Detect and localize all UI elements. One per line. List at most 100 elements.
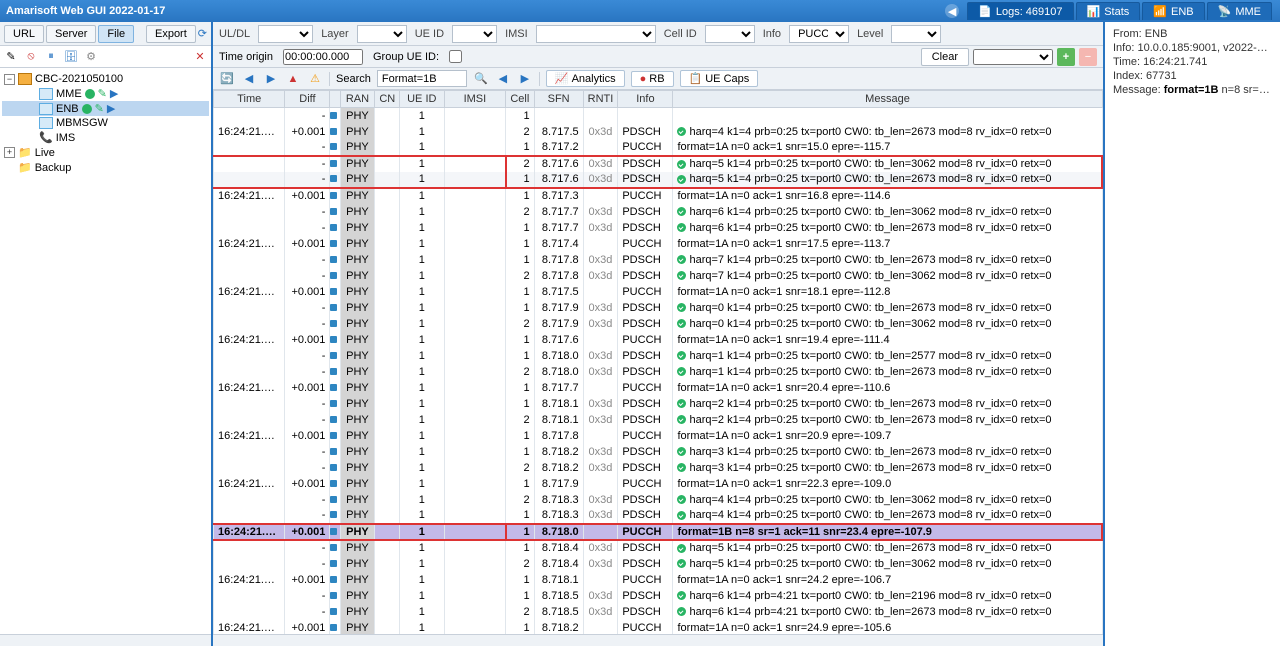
next-icon[interactable]: ▶ (263, 71, 279, 87)
table-row[interactable]: -PHY118.717.90x3dPDSCHharq=0 k1=4 prb=0:… (214, 300, 1103, 316)
add-button[interactable]: + (1057, 48, 1075, 66)
remove-button[interactable]: − (1079, 48, 1097, 66)
table-row[interactable]: 16:24:21.741+0.001PHY118.718.0PUCCHforma… (214, 524, 1103, 540)
rb-button[interactable]: ●RB (631, 71, 674, 87)
edit-icon[interactable]: ✎ (95, 102, 104, 115)
table-row[interactable]: -PHY128.718.00x3dPDSCHharq=1 k1=4 prb=0:… (214, 364, 1103, 380)
play-icon[interactable]: ▶ (110, 87, 118, 100)
table-row[interactable]: 16:24:21.740+0.001PHY118.717.9PUCCHforma… (214, 476, 1103, 492)
tree-mbmsgw[interactable]: MBMSGW (2, 116, 209, 130)
analytics-button[interactable]: 📈Analytics (546, 70, 625, 87)
alert-icon[interactable]: ⚠ (307, 71, 323, 87)
settings-icon[interactable]: ⚙ (84, 50, 98, 64)
time-origin-input[interactable] (283, 49, 363, 65)
table-row[interactable]: -PHY128.717.80x3dPDSCHharq=7 k1=4 prb=0:… (214, 268, 1103, 284)
play-icon[interactable]: ▶ (107, 102, 115, 115)
tab-enb[interactable]: 📶ENB (1142, 2, 1204, 20)
clear-button[interactable]: Clear (921, 48, 969, 66)
col-Cell[interactable]: Cell (506, 91, 535, 108)
col-CN[interactable]: CN (375, 91, 400, 108)
expander-icon[interactable]: + (4, 147, 15, 158)
table-row[interactable]: -PHY118.718.40x3dPDSCHharq=5 k1=4 prb=0:… (214, 540, 1103, 556)
table-row[interactable]: 16:24:21.743+0.001PHY118.718.2PUCCHforma… (214, 620, 1103, 635)
stop-icon[interactable]: ⦸ (24, 50, 38, 64)
table-row[interactable]: -PHY118.718.10x3dPDSCHharq=2 k1=4 prb=0:… (214, 396, 1103, 412)
table-row[interactable]: -PHY118.718.00x3dPDSCHharq=1 k1=4 prb=0:… (214, 348, 1103, 364)
tab-logs[interactable]: 📄Logs: 469107 (967, 2, 1073, 20)
table-row[interactable]: -PHY128.718.40x3dPDSCHharq=5 k1=4 prb=0:… (214, 556, 1103, 572)
imsi-select[interactable] (536, 25, 656, 43)
table-row[interactable]: -PHY128.717.90x3dPDSCHharq=0 k1=4 prb=0:… (214, 316, 1103, 332)
uldl-select[interactable] (258, 25, 313, 43)
layer-select[interactable] (357, 25, 407, 43)
level-select[interactable] (891, 25, 941, 43)
tree-root[interactable]: −CBC-2021050100 (2, 72, 209, 86)
tree-backup[interactable]: 📁Backup (2, 160, 209, 175)
table-row[interactable]: 16:24:21.734+0.001PHY118.717.3PUCCHforma… (214, 188, 1103, 204)
table-row[interactable]: -PHY118.717.70x3dPDSCHharq=6 k1=4 prb=0:… (214, 220, 1103, 236)
col-Info[interactable]: Info (618, 91, 673, 108)
refresh-icon[interactable]: ⟳ (198, 27, 207, 40)
table-row[interactable]: 16:24:21.735+0.001PHY118.717.4PUCCHforma… (214, 236, 1103, 252)
prev-icon[interactable]: ◀ (241, 71, 257, 87)
table-row[interactable]: -PHY118.718.20x3dPDSCHharq=3 k1=4 prb=0:… (214, 444, 1103, 460)
ueid-select[interactable] (452, 25, 497, 43)
col-RNTI[interactable]: RNTI (583, 91, 618, 108)
db-icon[interactable]: 🗄 (64, 50, 78, 64)
search-input[interactable] (377, 70, 467, 87)
info-select[interactable]: PUCCH, PI (789, 25, 849, 43)
table-row[interactable]: -PHY118.717.60x3dPDSCHharq=5 k1=4 prb=0:… (214, 172, 1103, 188)
table-row[interactable]: -PHY118.717.80x3dPDSCHharq=7 k1=4 prb=0:… (214, 252, 1103, 268)
file-button[interactable]: File (98, 25, 134, 43)
tree-enb[interactable]: ENB✎▶ (2, 101, 209, 116)
search-next-icon[interactable]: ▶ (517, 71, 533, 87)
table-row[interactable]: -PHY128.718.20x3dPDSCHharq=3 k1=4 prb=0:… (214, 460, 1103, 476)
groupue-checkbox[interactable] (449, 50, 462, 63)
col-UE ID[interactable]: UE ID (399, 91, 444, 108)
pause-icon[interactable]: ⏸ (44, 50, 58, 64)
col-RAN[interactable]: RAN (340, 91, 375, 108)
server-button[interactable]: Server (46, 25, 96, 43)
edit-icon[interactable]: ✎ (98, 87, 107, 100)
refresh-icon[interactable]: 🔄 (219, 71, 235, 87)
tree-live[interactable]: +📁Live (2, 145, 209, 160)
tree-mme[interactable]: MME✎▶ (2, 86, 209, 101)
table-row[interactable]: -PHY118.717.2PUCCHformat=1A n=0 ack=1 sn… (214, 140, 1103, 156)
table-row[interactable]: -PHY118.718.50x3dPDSCHharq=6 k1=4 prb=4:… (214, 588, 1103, 604)
table-row[interactable]: -PHY128.717.60x3dPDSCHharq=5 k1=4 prb=0:… (214, 156, 1103, 172)
table-row[interactable]: 16:24:21.738+0.001PHY118.717.7PUCCHforma… (214, 380, 1103, 396)
table-row[interactable]: -PHY118.718.30x3dPDSCHharq=4 k1=4 prb=0:… (214, 508, 1103, 524)
sidebar-scrollbar[interactable] (0, 634, 211, 646)
table-row[interactable]: -PHY128.718.50x3dPDSCHharq=6 k1=4 prb=4:… (214, 604, 1103, 620)
table-row[interactable]: -PHY11 (214, 108, 1103, 124)
table-row[interactable]: 16:24:21.733+0.001PHY128.717.50x3dPDSCHh… (214, 124, 1103, 140)
table-row[interactable]: 16:24:21.736+0.001PHY118.717.5PUCCHforma… (214, 284, 1103, 300)
table-row[interactable]: 16:24:21.737+0.001PHY118.717.6PUCCHforma… (214, 332, 1103, 348)
search-prev-icon[interactable]: ◀ (495, 71, 511, 87)
col-Message[interactable]: Message (673, 91, 1102, 108)
col-dir[interactable] (330, 91, 340, 108)
uecaps-button[interactable]: 📋UE Caps (680, 70, 759, 87)
col-SFN[interactable]: SFN (534, 91, 583, 108)
tab-stats[interactable]: 📊Stats (1076, 2, 1141, 20)
sidebar-collapse-button[interactable]: ◀ (945, 4, 959, 18)
tab-mme[interactable]: 📡MME (1207, 2, 1272, 20)
col-IMSI[interactable]: IMSI (444, 91, 505, 108)
expander-icon[interactable]: − (4, 74, 15, 85)
table-row[interactable]: 16:24:21.742+0.001PHY118.718.1PUCCHforma… (214, 572, 1103, 588)
table-row[interactable]: -PHY128.718.30x3dPDSCHharq=4 k1=4 prb=0:… (214, 492, 1103, 508)
table-row[interactable]: -PHY128.717.70x3dPDSCHharq=6 k1=4 prb=0:… (214, 204, 1103, 220)
cursor-icon[interactable]: ✎ (4, 50, 18, 64)
table-row[interactable]: 16:24:21.739+0.001PHY118.717.8PUCCHforma… (214, 428, 1103, 444)
col-Diff[interactable]: Diff (285, 91, 330, 108)
main-scrollbar[interactable] (213, 634, 1103, 646)
tree-ims[interactable]: 📞IMS (2, 130, 209, 145)
warn-icon[interactable]: ▲ (285, 71, 301, 87)
col-Time[interactable]: Time (214, 91, 285, 108)
table-row[interactable]: -PHY128.718.10x3dPDSCHharq=2 k1=4 prb=0:… (214, 412, 1103, 428)
binoculars-icon[interactable]: 🔍 (473, 71, 489, 87)
close-icon[interactable]: ✕ (193, 50, 207, 64)
clear-select[interactable] (973, 49, 1053, 65)
url-button[interactable]: URL (4, 25, 44, 43)
export-button[interactable]: Export (146, 25, 196, 43)
